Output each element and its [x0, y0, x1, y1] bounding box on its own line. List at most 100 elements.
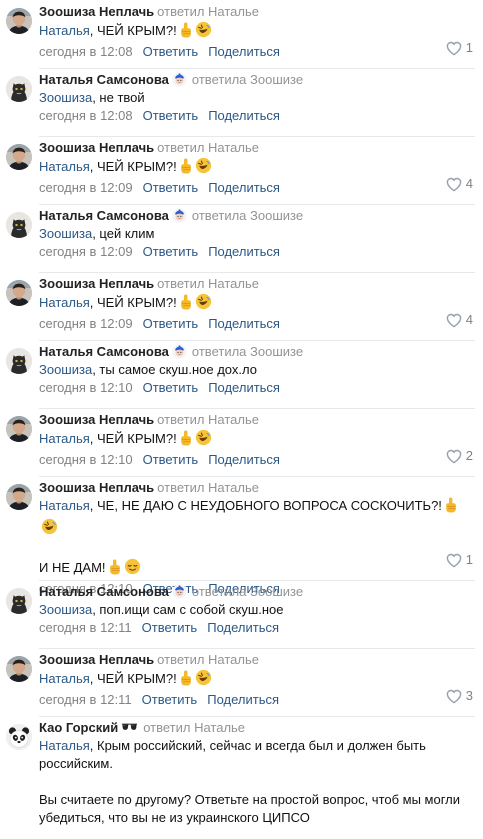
share-button[interactable]: Поделиться: [208, 316, 280, 331]
reply-info[interactable]: ответил Наталье: [157, 652, 259, 667]
relieved-icon: [124, 558, 141, 580]
comment-body: , поп.ищи сам с собой скуш.ное: [92, 602, 284, 617]
reply-button[interactable]: Ответить: [143, 244, 199, 259]
timestamp[interactable]: сегодня в 12:10: [39, 452, 133, 467]
comment-paragraph: Наталья, ЧЕЙ КРЫМ?!: [39, 669, 473, 691]
share-button[interactable]: Поделиться: [207, 692, 279, 707]
share-button[interactable]: Поделиться: [207, 620, 279, 635]
profile-badge-icon: [169, 344, 189, 359]
author-name[interactable]: Наталья Самсонова: [39, 584, 169, 599]
comment-text: Зоошиза, поп.ищи сам с собой скуш.ное: [39, 601, 473, 619]
addressee-link[interactable]: Зоошиза: [39, 362, 92, 377]
addressee-link[interactable]: Зоошиза: [39, 90, 92, 105]
timestamp[interactable]: сегодня в 12:09: [39, 180, 133, 195]
timestamp[interactable]: сегодня в 12:11: [39, 620, 132, 635]
like-count: 4: [465, 176, 473, 191]
like-button[interactable]: 4: [446, 311, 473, 329]
like-button[interactable]: 1: [446, 551, 473, 569]
timestamp[interactable]: сегодня в 12:09: [39, 316, 133, 331]
share-button[interactable]: Поделиться: [208, 244, 280, 259]
reply-button[interactable]: Ответить: [143, 180, 199, 195]
avatar[interactable]: [6, 416, 32, 442]
author-name[interactable]: Зоошиза Неплачь: [39, 412, 154, 427]
comment-header: Зоошиза Неплачь ответил Наталье: [39, 3, 473, 21]
comment-meta: сегодня в 12:09 Ответить Поделиться: [39, 243, 473, 261]
reply-info[interactable]: ответил Наталье: [157, 480, 259, 495]
author-name[interactable]: Наталья Самсонова: [39, 344, 169, 359]
reply-info[interactable]: ответил Наталье: [157, 140, 259, 155]
author-name[interactable]: Зоошиза Неплачь: [39, 480, 154, 495]
reply-button[interactable]: Ответить: [142, 692, 198, 707]
author-name[interactable]: Зоошиза Неплачь: [39, 276, 154, 291]
divider: [39, 136, 475, 137]
addressee-link[interactable]: Наталья: [39, 498, 90, 513]
comment: Наталья Самсонова ответила Зоошизе Зоошиза…: [0, 583, 483, 649]
heart-icon: [446, 177, 462, 192]
avatar[interactable]: [6, 76, 32, 102]
reply-info[interactable]: ответила Зоошизе: [192, 344, 303, 359]
timestamp[interactable]: сегодня в 12:08: [39, 44, 133, 59]
profile-badge-icon: [169, 584, 189, 599]
avatar[interactable]: [6, 724, 32, 750]
avatar[interactable]: [6, 656, 32, 682]
like-button[interactable]: 3: [446, 687, 473, 705]
addressee-link[interactable]: Наталья: [39, 295, 90, 310]
reply-button[interactable]: Ответить: [143, 452, 199, 467]
share-button[interactable]: Поделиться: [208, 180, 280, 195]
reply-info[interactable]: ответила Зоошизе: [192, 584, 303, 599]
like-button[interactable]: 4: [446, 175, 473, 193]
avatar[interactable]: [6, 588, 32, 614]
reply-info[interactable]: ответила Зоошизе: [192, 72, 303, 87]
author-name[interactable]: Зоошиза Неплачь: [39, 652, 154, 667]
comment-paragraph: Зоошиза, ты самое скуш.ное дох.ло: [39, 361, 473, 379]
addressee-link[interactable]: Наталья: [39, 431, 90, 446]
timestamp[interactable]: сегодня в 12:08: [39, 108, 133, 123]
avatar[interactable]: [6, 484, 32, 510]
avatar[interactable]: [6, 144, 32, 170]
addressee-link[interactable]: Зоошиза: [39, 602, 92, 617]
reply-info[interactable]: ответил Наталье: [143, 720, 245, 735]
author-name[interactable]: Зоошиза Неплачь: [39, 4, 154, 19]
reply-info[interactable]: ответил Наталье: [157, 412, 259, 427]
avatar[interactable]: [6, 8, 32, 34]
comment-header: Зоошиза Неплачь ответил Наталье: [39, 411, 473, 429]
author-name[interactable]: Као Горский: [39, 720, 118, 735]
comment-body: , ЧЕЙ КРЫМ?!: [89, 431, 177, 446]
like-button[interactable]: 2: [446, 447, 473, 465]
timestamp[interactable]: сегодня в 12:09: [39, 244, 133, 259]
comment-text: Наталья, ЧЕЙ КРЫМ?!: [39, 21, 473, 43]
addressee-link[interactable]: Наталья: [39, 23, 90, 38]
reply-info[interactable]: ответил Наталье: [157, 4, 259, 19]
addressee-link[interactable]: Наталья: [39, 738, 90, 753]
reply-button[interactable]: Ответить: [143, 44, 199, 59]
share-button[interactable]: Поделиться: [208, 108, 280, 123]
addressee-link[interactable]: Наталья: [39, 159, 90, 174]
avatar[interactable]: [6, 280, 32, 306]
comment-body: , Крым российский, сейчас и всегда был и…: [39, 738, 426, 771]
reply-button[interactable]: Ответить: [143, 380, 199, 395]
comment-header: Као Горский ответил Наталье: [39, 719, 473, 737]
timestamp[interactable]: сегодня в 12:11: [39, 692, 132, 707]
share-button[interactable]: Поделиться: [208, 452, 280, 467]
comment-header: Зоошиза Неплачь ответил Наталье: [39, 651, 473, 669]
middle-finger-icon: [179, 670, 193, 691]
timestamp[interactable]: сегодня в 12:10: [39, 380, 133, 395]
like-button[interactable]: 1: [446, 39, 473, 57]
like-count: 1: [465, 552, 473, 567]
reply-button[interactable]: Ответить: [143, 108, 199, 123]
reply-info[interactable]: ответила Зоошизе: [192, 208, 303, 223]
author-name[interactable]: Наталья Самсонова: [39, 208, 169, 223]
addressee-link[interactable]: Зоошиза: [39, 226, 92, 241]
avatar[interactable]: [6, 212, 32, 238]
avatar[interactable]: [6, 348, 32, 374]
share-button[interactable]: Поделиться: [208, 44, 280, 59]
share-button[interactable]: Поделиться: [208, 380, 280, 395]
author-name[interactable]: Наталья Самсонова: [39, 72, 169, 87]
reply-button[interactable]: Ответить: [142, 620, 198, 635]
addressee-link[interactable]: Наталья: [39, 671, 90, 686]
author-name[interactable]: Зоошиза Неплачь: [39, 140, 154, 155]
reply-info[interactable]: ответил Наталье: [157, 276, 259, 291]
reply-button[interactable]: Ответить: [143, 316, 199, 331]
